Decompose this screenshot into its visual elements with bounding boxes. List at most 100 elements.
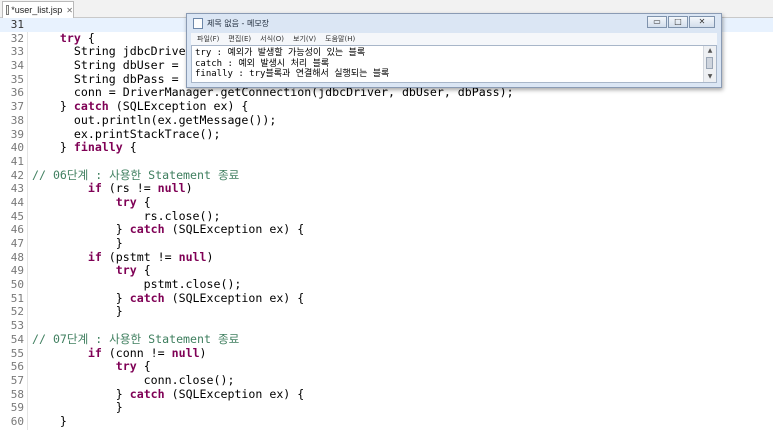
code-token: ) [185,181,193,196]
keyword-token: if [87,345,102,360]
notepad-icon [193,17,203,29]
keyword-token: try [59,30,81,45]
menu-format[interactable]: 서식(O) [260,33,284,45]
code-line[interactable]: 37 } catch (SQLException ex) { [0,99,773,114]
code-line[interactable]: 47 } [0,236,773,251]
line-number: 34 [10,59,24,73]
close-button[interactable]: ✕ [689,16,715,28]
line-number: 43 [10,182,24,196]
code-text: } catch (SQLException ex) { [32,290,305,306]
code-line[interactable]: 54 // 07단계 : 사용한 Statement 종료 [0,332,773,347]
line-number: 57 [10,373,24,387]
code-text: } [32,236,123,251]
code-line[interactable]: 36 conn = DriverManager.getConnection(jd… [0,86,773,100]
code-token: String dbUser = [32,58,186,73]
code-line[interactable]: 44 try { [0,194,773,210]
scroll-thumb[interactable] [706,57,713,69]
keyword-token: finally [73,140,123,155]
code-text: conn.close(); [32,373,235,388]
code-text: pstmt.close(); [32,277,242,292]
keyword-token: null [171,345,200,360]
code-text: try { [32,264,151,278]
menu-edit[interactable]: 편집(E) [228,33,251,45]
line-number: 33 [10,45,24,59]
code-text: // 06단계 : 사용한 Statement 종료 [32,167,240,183]
code-token: } [32,290,130,305]
comment-token: // 06단계 : 사용한 Statement 종료 [32,167,240,182]
code-token: ex.printStackTrace(); [32,126,221,141]
menu-view[interactable]: 보기(V) [293,33,316,45]
code-token: (conn != [101,345,172,360]
code-line[interactable]: 59 } [0,400,773,415]
code-text: } finally { [32,140,137,155]
code-line[interactable]: 52 } [0,305,773,319]
line-number: 56 [10,360,24,374]
code-token: { [136,194,151,209]
jsp-file-icon [6,5,10,15]
code-line[interactable]: 43 if (rs != null) [0,181,773,196]
code-token: } [32,400,123,415]
code-token: } [32,99,74,114]
code-line[interactable]: 51 } catch (SQLException ex) { [0,290,773,306]
code-token: } [32,386,130,401]
line-number: 51 [10,291,24,305]
notepad-text: try : 예외가 발생할 가능성이 있는 블록 catch : 예외 발생시 … [195,48,390,79]
line-number: 39 [10,127,24,141]
code-line[interactable]: 38 out.println(ex.getMessage()); [0,113,773,128]
code-line[interactable]: 40 } finally { [0,140,773,155]
keyword-token: try [115,194,137,209]
line-number: 36 [10,86,24,100]
code-text: conn = DriverManager.getConnection(jdbcD… [32,86,514,100]
notepad-text-area[interactable]: try : 예외가 발생할 가능성이 있는 블록 catch : 예외 발생시 … [191,45,717,83]
keyword-token: try [115,359,137,374]
code-text: ex.printStackTrace(); [32,126,221,142]
scroll-up-icon[interactable]: ▲ [704,46,716,56]
code-line[interactable]: 60 } [0,413,773,429]
scroll-down-icon[interactable]: ▼ [704,72,716,82]
code-token: } [32,222,130,237]
code-line[interactable]: 42 // 06단계 : 사용한 Statement 종료 [0,167,773,183]
code-line[interactable]: 57 conn.close(); [0,373,773,388]
code-line[interactable]: 55 if (conn != null) [0,345,773,361]
code-line[interactable]: 48 if (pstmt != null) [0,249,773,265]
keyword-token: catch [73,99,109,114]
vertical-scrollbar[interactable]: ▲ ▼ [703,46,716,82]
code-line[interactable]: 39 ex.printStackTrace(); [0,126,773,142]
menu-help[interactable]: 도움말(H) [325,33,355,45]
code-token: { [136,359,151,374]
code-token: rs.close(); [32,208,221,223]
code-line[interactable]: 41 [0,155,773,169]
maximize-button[interactable]: □ [668,16,688,28]
code-token: } [32,236,123,250]
keyword-token: try [115,263,137,278]
notepad-window[interactable]: 제목 없음 - 메모장 ▭ □ ✕ 파일(F) 편집(E) 서식(O) 보기(V… [186,13,722,88]
menu-file[interactable]: 파일(F) [197,33,219,45]
code-line[interactable]: 56 try { [0,359,773,374]
code-text: } [32,400,123,415]
keyword-token: if [87,249,102,264]
close-icon[interactable]: ✕ [66,6,73,15]
line-number: 52 [10,305,24,319]
tab-user-list-jsp[interactable]: *user_list.jsp ✕ [2,1,74,18]
line-number: 50 [10,278,24,292]
code-line[interactable]: 46 } catch (SQLException ex) { [0,222,773,237]
code-token: } [32,413,67,428]
code-text: try { [32,359,151,374]
code-text: if (pstmt != null) [32,249,214,265]
code-line[interactable]: 53 [0,319,773,333]
code-line[interactable]: 49 try { [0,264,773,278]
notepad-title-bar[interactable]: 제목 없음 - 메모장 ▭ □ ✕ [187,14,721,32]
line-number: 46 [10,223,24,237]
code-line[interactable]: 50 pstmt.close(); [0,277,773,292]
code-token: (SQLException ex) { [164,222,305,237]
code-line[interactable]: 58 } catch (SQLException ex) { [0,386,773,402]
minimize-button[interactable]: ▭ [647,16,667,28]
code-text: try { [32,30,95,46]
line-number: 45 [10,209,24,223]
code-line[interactable]: 45 rs.close(); [0,208,773,224]
keyword-token: null [178,249,207,264]
